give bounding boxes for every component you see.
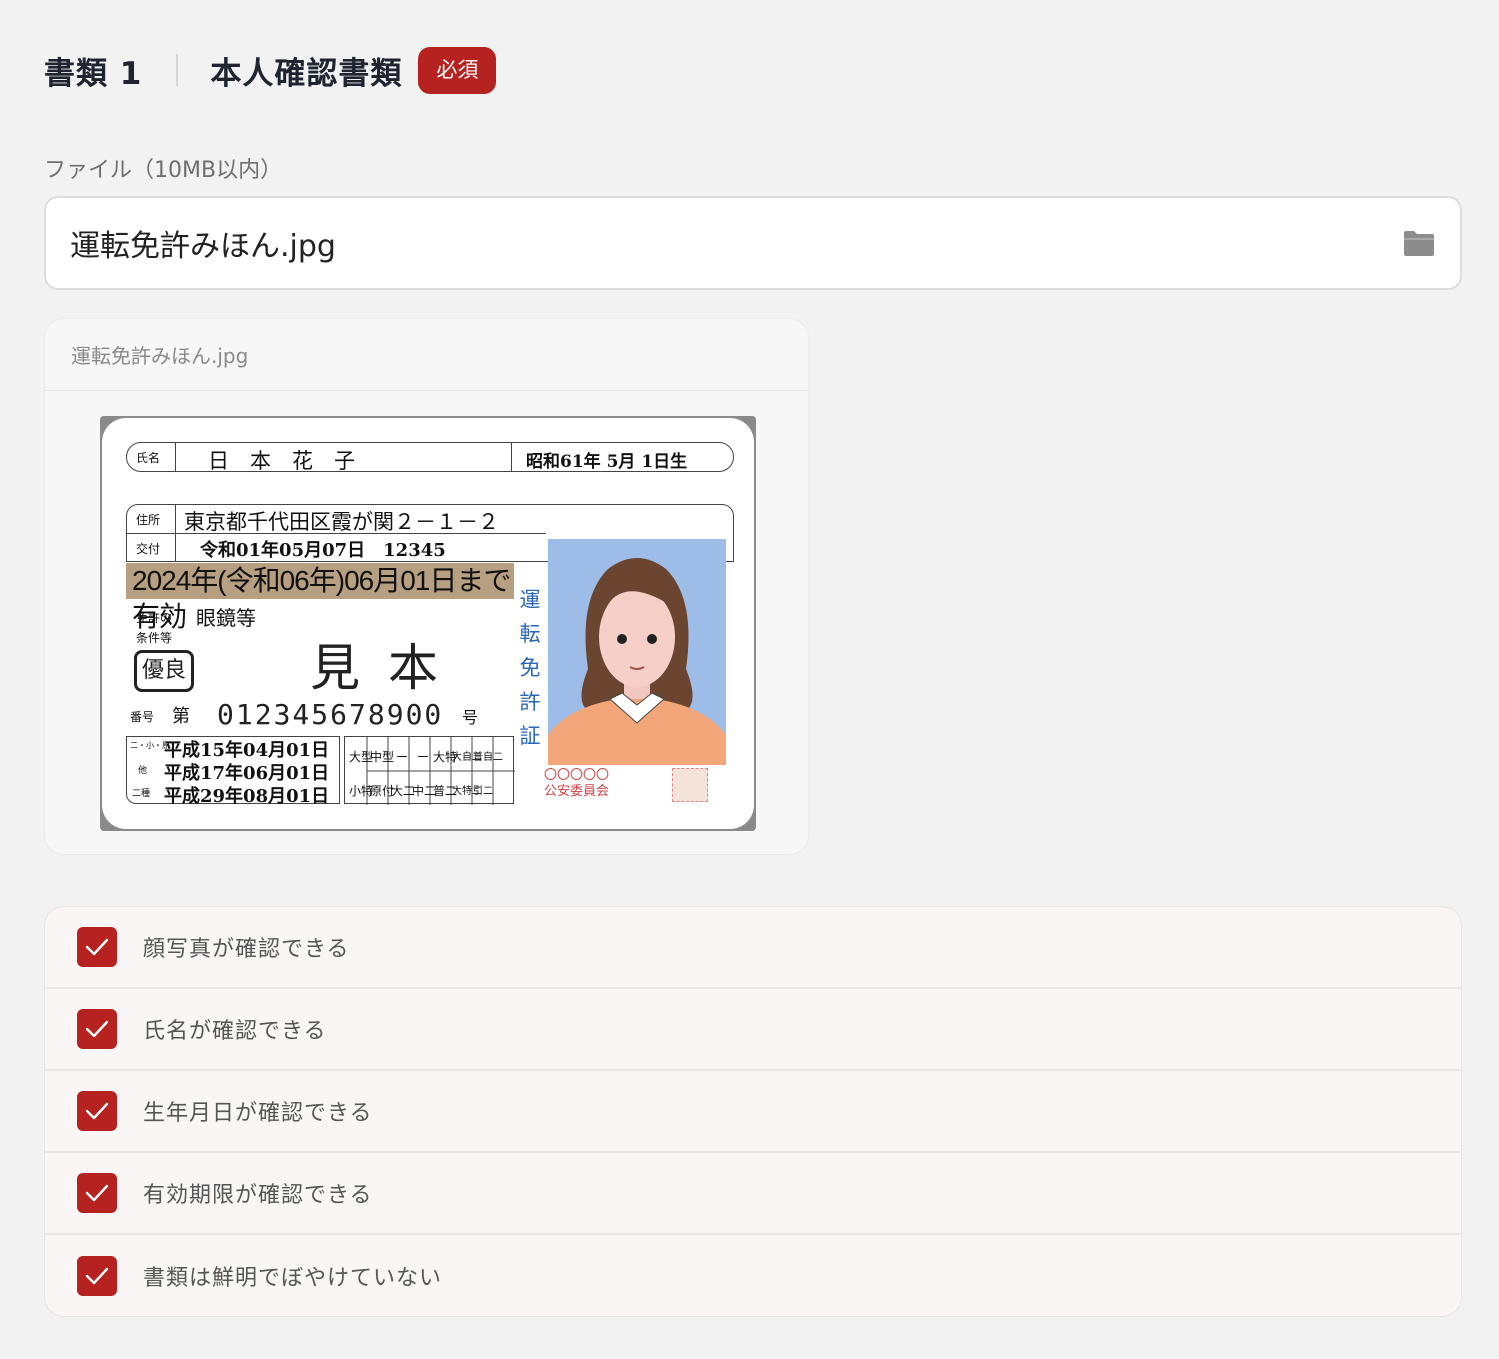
checkbox-checked[interactable] (77, 1091, 117, 1131)
license-date-label-3: 二種 (132, 789, 151, 799)
license-issue-label: 交付 (136, 542, 161, 556)
license-address-label: 住所 (136, 513, 161, 527)
license-commission: 〇〇〇〇〇 公安委員会 (544, 768, 610, 799)
license-issue: 令和01年05月07日 12345 (200, 540, 446, 561)
license-expiry: 2024年(令和06年)06月01日まで有効 (126, 563, 514, 632)
checklist-item[interactable]: 有効期限が確認できる (45, 1153, 1461, 1235)
checklist-label: 氏名が確認できる (143, 1019, 327, 1044)
checkbox-checked[interactable] (77, 1173, 117, 1213)
license-number-suffix: 号 (462, 708, 479, 727)
license-image: 氏名 日 本 花 子 昭和61年 5月 1日生 住所 東京都千代田区霞が関２－１… (100, 416, 756, 831)
checklist-label: 生年月日が確認できる (143, 1101, 373, 1126)
license-name-label: 氏名 (136, 451, 161, 465)
license-vertical-title: 運転免許証 (519, 588, 541, 748)
license-birth: 昭和61年 5月 1日生 (526, 452, 688, 472)
checklist-item[interactable]: 生年月日が確認できる (45, 1071, 1461, 1153)
license-condition-label: 免許の条件等 (136, 611, 173, 645)
license-number-label: 番号 (130, 710, 155, 724)
file-value: 運転免許みほん.jpg (70, 229, 336, 264)
checkbox-checked[interactable] (77, 1009, 117, 1049)
license-category-4: ー (417, 750, 430, 764)
license-sample: 見本 (310, 639, 466, 697)
section-header: 書類 1 本人確認書類 必須 (44, 44, 497, 96)
checklist-item[interactable]: 顔写真が確認できる (45, 907, 1461, 989)
license-condition: 眼鏡等 (196, 606, 256, 630)
license-date-3: 平成29年08月01日 (164, 786, 330, 807)
preview-filename: 運転免許みほん.jpg (45, 319, 808, 391)
license-category-14: 引二 (473, 786, 493, 797)
checklist-label: 有効期限が確認できる (143, 1183, 373, 1208)
license-good-badge: 優良 (134, 650, 194, 692)
license-seal-icon (672, 768, 708, 802)
checklist-label: 顔写真が確認できる (143, 937, 350, 962)
folder-icon[interactable] (1402, 229, 1436, 257)
doc-number: 書類 1 (44, 55, 143, 92)
license-category-7: 普自二 (473, 752, 503, 763)
required-badge: 必須 (418, 46, 497, 94)
file-input[interactable]: 運転免許みほん.jpg (44, 196, 1462, 290)
license-card: 氏名 日 本 花 子 昭和61年 5月 1日生 住所 東京都千代田区霞が関２－１… (102, 418, 754, 829)
license-number-prefix: 第 (172, 706, 190, 727)
page: 書類 1 本人確認書類 必須 ファイル（10MB以内） 運転免許みほん.jpg … (0, 0, 1499, 1359)
check-icon (85, 1267, 109, 1285)
preview-card: 運転免許みほん.jpg 氏名 日 本 花 子 昭和61年 5月 1日生 住所 東… (44, 318, 809, 855)
checklist-item[interactable]: 氏名が確認できる (45, 989, 1461, 1071)
checklist-label: 書類は鮮明でぼやけていない (143, 1266, 443, 1291)
license-name: 日 本 花 子 (208, 449, 355, 473)
check-icon (85, 1102, 109, 1120)
license-date-label-2: 他 (138, 766, 148, 776)
header-divider (176, 54, 179, 86)
file-label: ファイル（10MB以内） (44, 158, 283, 183)
checkbox-checked[interactable] (77, 1256, 117, 1296)
doc-title: 本人確認書類 (210, 55, 403, 92)
check-icon (85, 1020, 109, 1038)
license-number: 012345678900 (217, 698, 444, 731)
license-category-3: ー (396, 750, 409, 764)
license-address: 東京都千代田区霞が関２－１－２ (184, 510, 499, 534)
license-category-2: 中型 (370, 750, 395, 764)
check-icon (85, 1184, 109, 1202)
checklist-item[interactable]: 書類は鮮明でぼやけていない (45, 1235, 1461, 1316)
check-icon (85, 938, 109, 956)
license-photo (548, 539, 726, 765)
checkbox-checked[interactable] (77, 927, 117, 967)
verification-checklist: 顔写真が確認できる 氏名が確認できる 生年月日が確認できる 有効期限が確認できる… (44, 906, 1462, 1317)
